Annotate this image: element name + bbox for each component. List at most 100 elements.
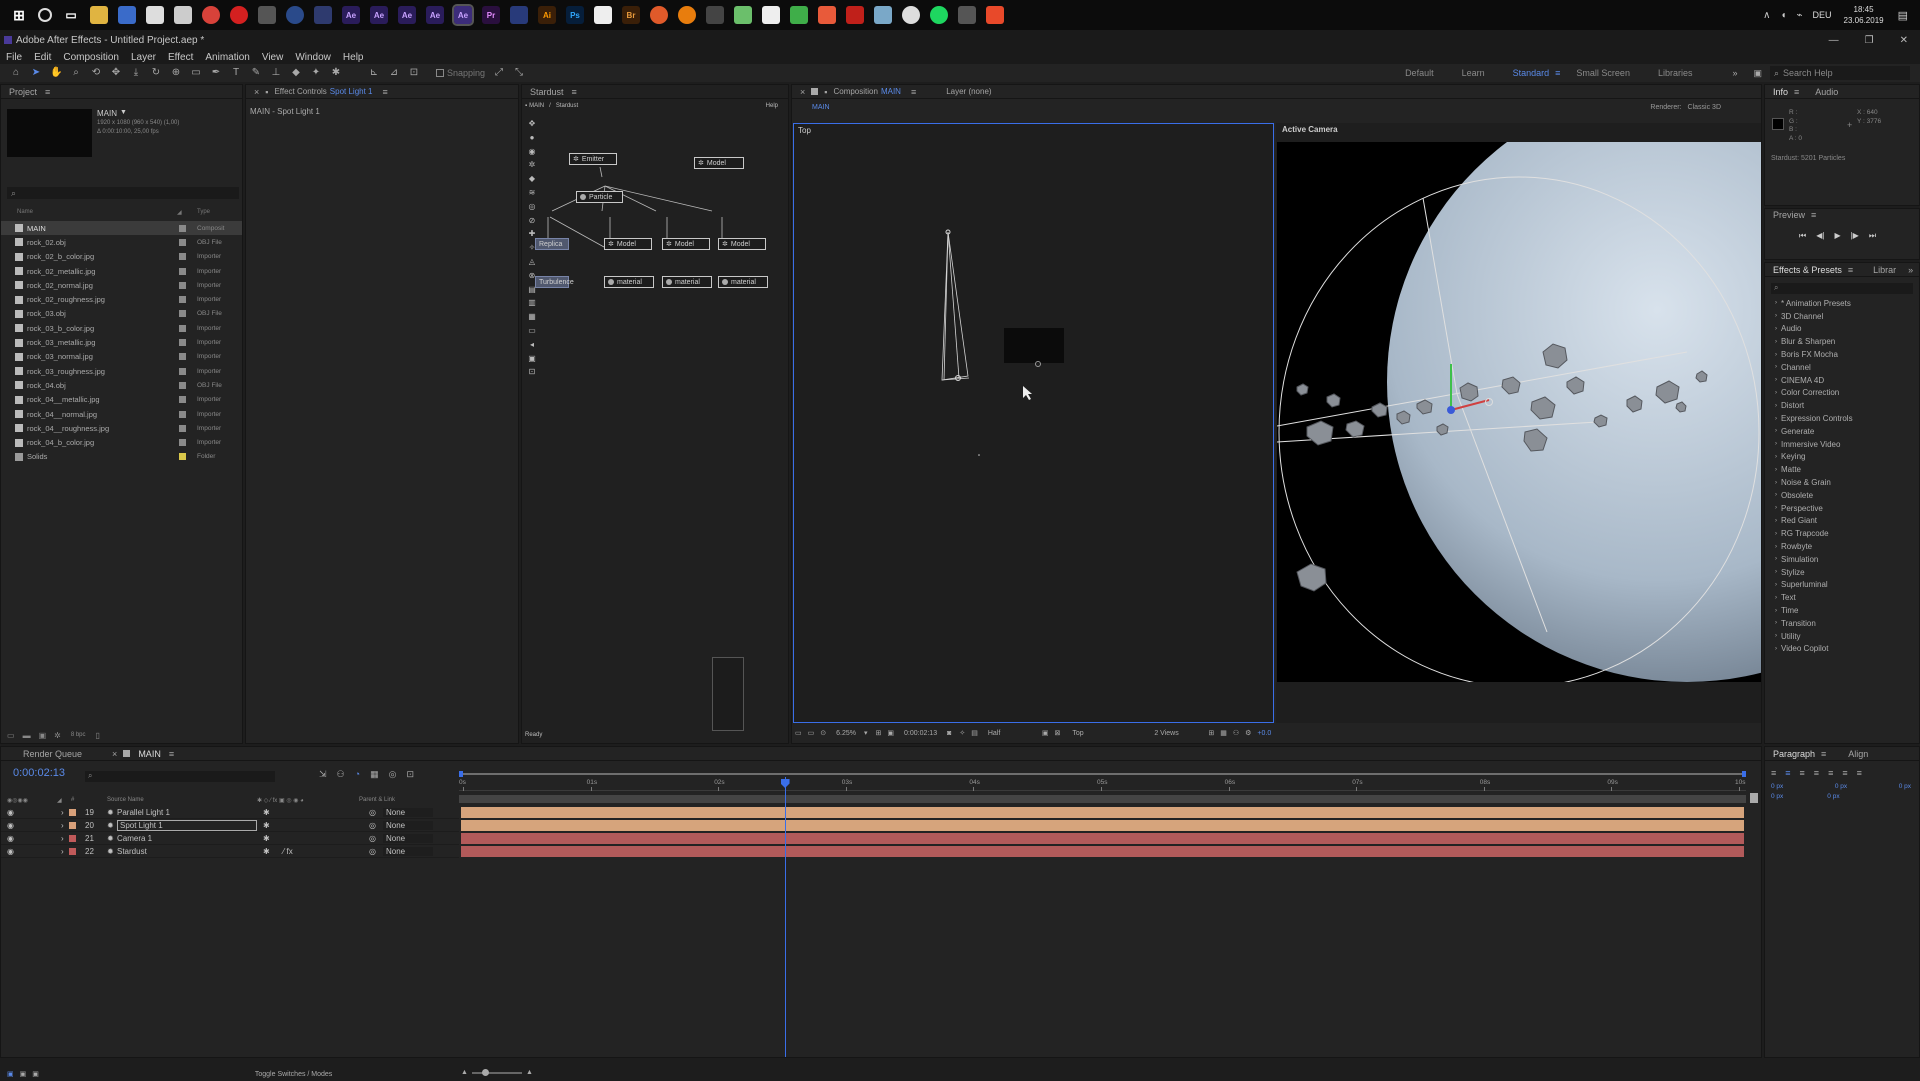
frame-blend-icon[interactable]: ▦ [370,769,379,780]
comp-dropdown-icon[interactable]: ▼ [120,109,127,116]
filezilla-icon[interactable] [846,6,864,24]
switches[interactable]: ⁄ fx [283,847,369,856]
after-effects-icon[interactable]: Ae [398,6,416,24]
effects-category[interactable]: › Keying [1765,451,1919,464]
grid-icon[interactable]: ⊞ [1208,729,1214,737]
effects-category[interactable]: › Utility [1765,630,1919,643]
effects-category[interactable]: › Video Copilot [1765,643,1919,656]
app-icon[interactable] [118,6,136,24]
project-item[interactable]: rock_02_normal.jpg Importer [1,278,242,292]
label-color-swatch[interactable] [179,310,186,318]
close-icon[interactable]: ✕ [1900,35,1908,46]
justify-center-icon[interactable]: ≡ [1828,768,1833,778]
layer-row[interactable]: ◉ › 21 ✹ Camera 1 ✱ ◎ None [1,832,459,845]
align-center-icon[interactable]: ≡ [1785,768,1790,778]
premiere-icon[interactable]: Pr [482,6,500,24]
effects-category[interactable]: › Rowbyte [1765,540,1919,553]
effects-category[interactable]: › Text [1765,591,1919,604]
explorer-icon[interactable] [90,6,108,24]
panel-menu-icon[interactable]: ≡ [911,87,916,97]
eye-icon[interactable]: ◉ [7,808,21,817]
in-out-icon[interactable]: ▣ [32,1070,39,1078]
store-icon[interactable] [174,6,192,24]
effects-category[interactable]: › Matte [1765,463,1919,476]
eye-icon[interactable]: ◉ [7,821,21,830]
pick-whip-icon[interactable]: ◎ [369,821,383,830]
app-icon[interactable] [790,6,808,24]
first-indent-field[interactable]: 0 px [1771,793,1783,800]
new-comp-icon[interactable]: ▣ [39,731,47,740]
time-ruler[interactable]: 0s 01s 02s 03s 04s 05s 06s 07s 08s 09s 10s [459,779,1746,791]
label-color-swatch[interactable] [179,339,186,347]
close-tab-icon[interactable]: × [254,87,259,97]
project-item[interactable]: rock_04__normal.jpg Importer [1,407,242,421]
previous-frame-icon[interactable]: ◀| [1816,231,1824,241]
indent-left-field[interactable]: 0 px [1771,783,1783,790]
opera-icon[interactable] [230,6,248,24]
project-tab[interactable]: Project [9,87,37,97]
timeline-search[interactable]: ⌕ [85,771,275,782]
stardust-node-turbulence[interactable]: Turbulence [535,276,574,288]
collapse-switch-icon[interactable]: ✱ [263,821,283,830]
eye-icon[interactable]: ◉ [7,847,21,856]
col-name[interactable]: Name [17,209,177,215]
zoom-out-icon[interactable]: ▲ [461,1069,468,1076]
app-icon[interactable] [762,6,780,24]
layer-switches-icon[interactable]: ▣ [7,1070,14,1078]
timeline-comp-tab[interactable]: MAIN [138,749,161,759]
libraries-tab[interactable]: Librar [1873,265,1896,275]
label-color-swatch[interactable] [179,396,186,404]
flowchart-icon[interactable]: ⚙ [1245,729,1251,737]
expand-arrow-icon[interactable]: › [61,847,69,856]
label-color-swatch[interactable] [179,267,186,275]
effects-category[interactable]: › Simulation [1765,553,1919,566]
effects-search[interactable]: ⌕ [1771,283,1913,294]
collapse-switch-icon[interactable]: ✱ [263,847,283,856]
eraser-tool-icon[interactable]: ◆ [290,67,302,79]
label-color-swatch[interactable] [179,439,186,447]
brush-tool-icon[interactable]: ✎ [250,67,262,79]
info-tab[interactable]: Info [1773,87,1788,97]
layer-tab[interactable]: Layer (none) [946,87,991,96]
chevron-down-icon[interactable]: ▾ [864,729,868,737]
justify-right-icon[interactable]: ≡ [1842,768,1847,778]
project-item[interactable]: MAIN Composit [1,221,242,236]
app-icon[interactable] [734,6,752,24]
transfer-controls-icon[interactable]: ▣ [20,1070,27,1078]
layer-duration-bar[interactable] [461,820,1744,831]
app-icon[interactable] [146,6,164,24]
eye-icon[interactable]: ◉ [7,834,21,843]
tray-chevron-icon[interactable]: ∧ [1763,10,1770,21]
axis-local-icon[interactable]: ⊾ [368,67,380,79]
comp-crumb[interactable]: MAIN [812,104,830,111]
effects-category[interactable]: › Time [1765,604,1919,617]
app-icon[interactable] [902,6,920,24]
top-viewport[interactable]: Top [793,123,1274,723]
parent-link-column[interactable]: Parent & Link [359,797,395,803]
minimize-icon[interactable]: — [1829,35,1839,46]
after-effects-icon[interactable]: Ae [452,4,474,26]
axis-world-icon[interactable]: ⊿ [388,67,400,79]
puppet-tool-icon[interactable]: ✱ [330,67,342,79]
project-item[interactable]: rock_03_b_color.jpg Importer [1,321,242,335]
current-time-display[interactable]: 0:00:02:13 [13,767,65,779]
app-icon[interactable] [706,6,724,24]
spotify-icon[interactable] [930,6,948,24]
time-navigator[interactable] [459,771,1746,777]
panel-toggle-icon[interactable]: ▣ [1753,68,1762,79]
project-item[interactable]: Solids Folder [1,450,242,464]
delete-icon[interactable]: ▯ [96,731,100,740]
label-color-swatch[interactable] [179,367,186,375]
expand-arrow-icon[interactable]: › [61,808,69,817]
snap-options-icon[interactable]: ⤡ [513,67,525,79]
composition-tab[interactable]: Composition [833,87,877,96]
volume-icon[interactable]: ◖ [1780,10,1786,21]
menu-edit[interactable]: Edit [34,52,51,63]
align-left-icon[interactable]: ≡ [1771,768,1776,778]
effects-category[interactable]: › RG Trapcode [1765,527,1919,540]
rotate-tool-icon[interactable]: ↻ [150,67,162,79]
snap-icon[interactable]: ⤢ [493,67,505,79]
notifications-icon[interactable]: ▤ [1898,9,1908,22]
project-item[interactable]: rock_03_metallic.jpg Importer [1,335,242,349]
snapshot-icon[interactable]: ◙ [947,730,951,737]
